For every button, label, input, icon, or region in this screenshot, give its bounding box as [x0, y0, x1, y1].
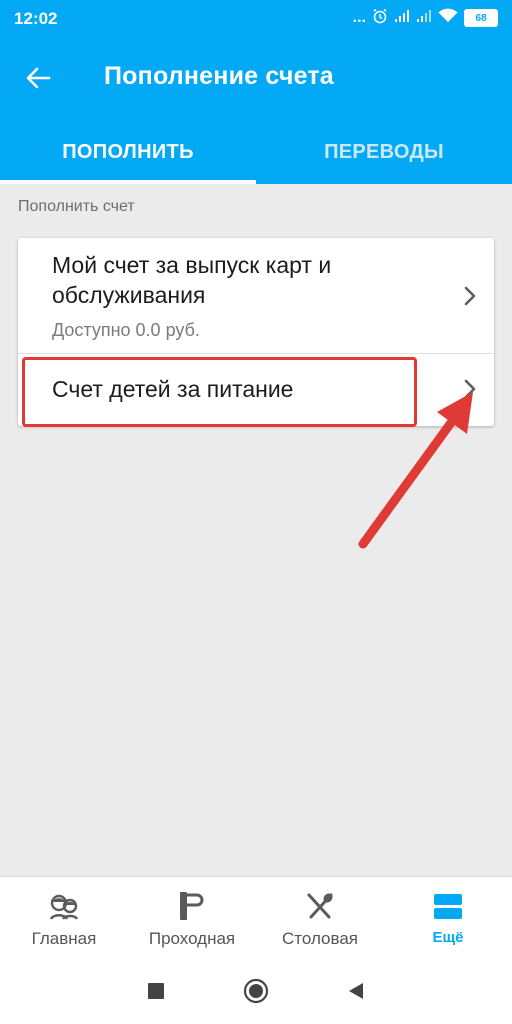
section-caption: Пополнить счет	[18, 198, 135, 215]
tab-top-up[interactable]: ПОПОЛНИТЬ	[0, 120, 256, 184]
arrow-left-icon	[26, 67, 51, 89]
system-navigation-bar	[0, 957, 512, 1024]
recents-button[interactable]	[141, 976, 171, 1006]
account-balance: Доступно 0.0 руб.	[52, 320, 200, 340]
more-dots-icon: ...	[352, 9, 366, 26]
circle-icon	[243, 978, 269, 1003]
battery-icon: 68	[464, 9, 498, 27]
back-button[interactable]	[18, 58, 58, 98]
wifi-icon	[438, 8, 458, 28]
page-title: Пополнение счета	[104, 62, 334, 90]
home-button[interactable]	[241, 976, 271, 1006]
square-icon	[148, 982, 164, 999]
chevron-right-icon	[464, 286, 476, 306]
account-item-cards-service[interactable]: Мой счет за выпуск карт и обслуживания Д…	[18, 238, 494, 354]
status-time: 12:02	[14, 9, 58, 28]
signal-icon	[394, 9, 410, 28]
triangle-back-icon	[349, 982, 363, 999]
alarm-icon	[372, 8, 388, 29]
tab-transfers[interactable]: ПЕРЕВОДЫ	[256, 120, 512, 184]
signal-icon-2	[416, 9, 432, 28]
kids-icon	[47, 889, 81, 923]
nav-label: Ещё	[432, 929, 464, 946]
tab-bar: ПОПОЛНИТЬ ПЕРЕВОДЫ	[0, 120, 512, 184]
annotation-arrow-icon	[358, 392, 473, 549]
account-title: Мой счет за выпуск карт и обслуживания	[52, 252, 332, 308]
nav-label: Проходная	[148, 929, 236, 948]
nav-label: Столовая	[281, 929, 359, 948]
nav-label: Главная	[31, 929, 97, 948]
app-bar: Пополнение счета	[0, 36, 512, 120]
menu-icon	[431, 889, 465, 923]
system-back-button[interactable]	[341, 976, 371, 1006]
status-icons: ... 68	[353, 8, 498, 28]
cutlery-icon	[303, 889, 337, 923]
nav-item-checkpoint[interactable]: Проходная	[128, 877, 256, 957]
nav-item-canteen[interactable]: Столовая	[256, 877, 384, 957]
status-bar: 12:02 ... 68	[0, 0, 512, 36]
nav-item-home[interactable]: Главная	[0, 877, 128, 957]
turnstile-icon	[175, 889, 209, 923]
nav-item-more[interactable]: Ещё	[384, 877, 512, 957]
bottom-navigation: Главная Проходная Столовая Ещё	[0, 876, 512, 957]
